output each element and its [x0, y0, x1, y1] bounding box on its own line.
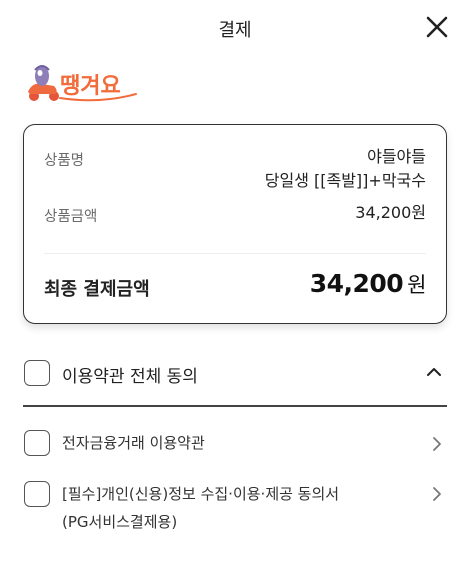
page-title: 결제 — [218, 20, 252, 41]
header: 결제 — [0, 0, 470, 56]
final-amount-number: 34,200 — [309, 269, 404, 298]
final-amount-label: 최종 결제금액 — [44, 279, 150, 300]
chevron-right-icon — [433, 487, 441, 501]
final-amount-value: 34,200 원 — [309, 269, 427, 299]
product-name-line1: 야들야들 — [367, 147, 426, 166]
delivery-scooter-icon: 땡겨요 — [28, 65, 137, 102]
brand-logo-text: 땡겨요 — [60, 74, 121, 99]
product-amount-label: 상품금액 — [44, 209, 98, 225]
chevron-right-icon — [433, 437, 441, 451]
close-button[interactable] — [424, 14, 450, 40]
product-name-value: 야들야들 당일생 [[족발]]+막국수 — [265, 145, 426, 193]
term-checkbox-personal-info[interactable] — [24, 481, 50, 507]
terms-divider — [23, 405, 447, 407]
summary-divider — [44, 253, 426, 254]
term-label-personal-info-line1: [필수]개인(신용)정보 수집·이용·제공 동의서 — [62, 485, 340, 503]
agree-all-checkbox[interactable] — [24, 360, 50, 386]
payment-summary-card: 상품명 야들야들 당일생 [[족발]]+막국수 상품금액 34,200원 최종 … — [23, 124, 447, 324]
product-name-line2: 당일생 [[족발]]+막국수 — [264, 171, 426, 190]
brand-logo: 땡겨요 — [24, 60, 140, 104]
product-name-label: 상품명 — [44, 153, 85, 169]
final-amount-unit: 원 — [407, 273, 426, 297]
term-detail-button-electronic-finance[interactable] — [430, 436, 444, 452]
collapse-terms-button[interactable] — [426, 364, 442, 380]
product-amount-value: 34,200원 — [355, 203, 426, 222]
agree-all-label[interactable]: 이용약관 전체 동의 — [62, 362, 198, 387]
term-detail-button-personal-info[interactable] — [430, 486, 444, 502]
term-label-personal-info-line2: (PG서비스결제용) — [62, 513, 178, 531]
chevron-up-icon — [427, 368, 441, 376]
term-label-electronic-finance[interactable]: 전자금융거래 이용약관 — [62, 429, 205, 457]
close-icon — [426, 16, 448, 38]
term-checkbox-electronic-finance[interactable] — [24, 430, 50, 456]
term-label-personal-info[interactable]: [필수]개인(신용)정보 수집·이용·제공 동의서 (PG서비스결제용) — [62, 480, 339, 536]
